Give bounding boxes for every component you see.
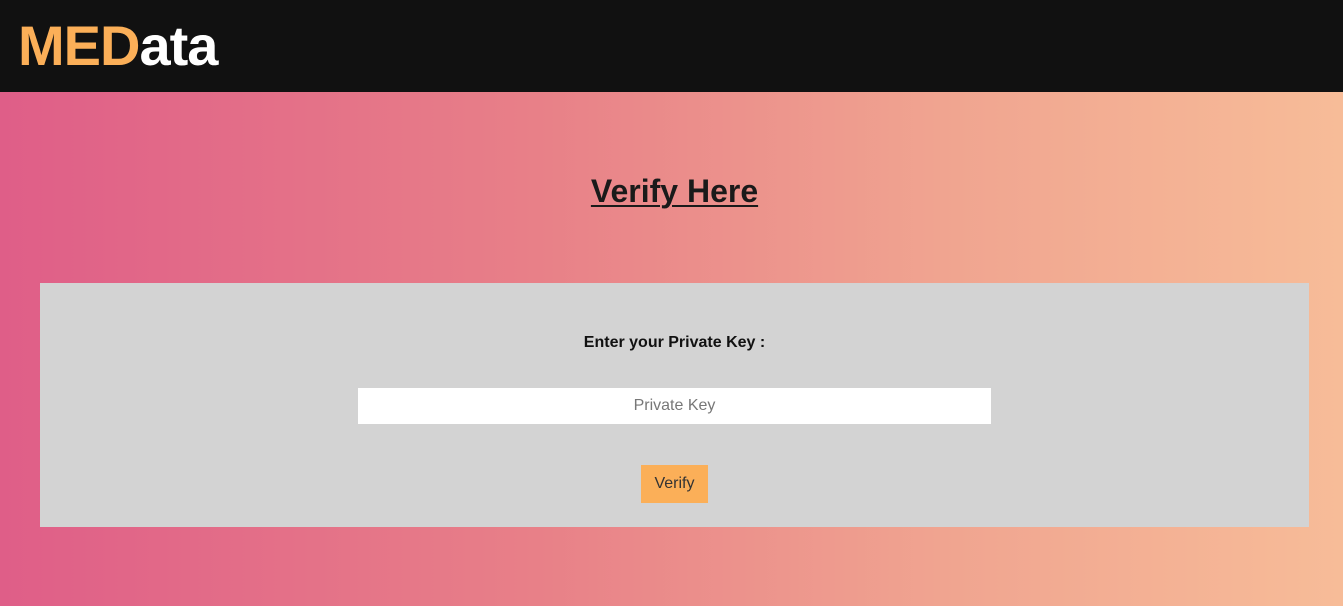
logo[interactable]: MEData <box>18 14 218 78</box>
private-key-input[interactable] <box>358 388 991 424</box>
logo-rest-text: ata <box>139 14 218 77</box>
navbar: MEData <box>0 0 1343 92</box>
logo-accent-text: MED <box>18 14 140 77</box>
verify-button[interactable]: Verify <box>641 465 708 503</box>
page-title: Verify Here <box>590 173 759 209</box>
verify-form-panel: Enter your Private Key : Verify <box>40 283 1309 527</box>
private-key-label: Enter your Private Key : <box>583 334 766 351</box>
